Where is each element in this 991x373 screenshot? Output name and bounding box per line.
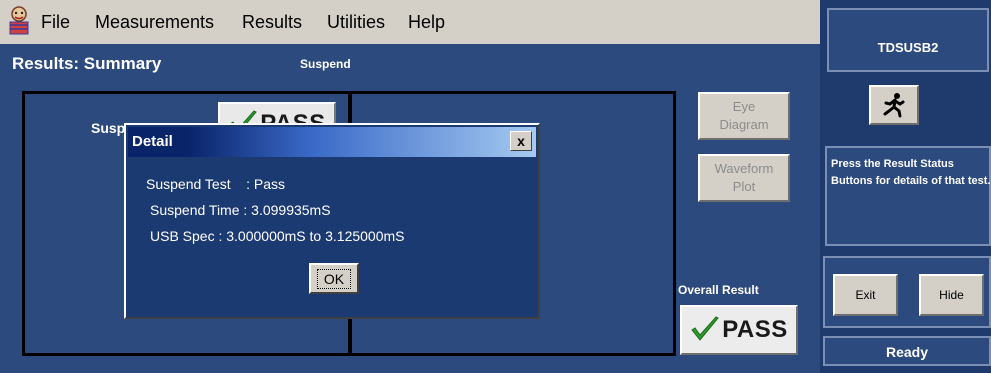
menu-bar: File Measurements Results Utilities Help	[0, 0, 820, 44]
app-icon[interactable]	[6, 5, 32, 35]
info-box: Press the Result Status Buttons for deta…	[825, 146, 991, 246]
running-man-icon	[883, 93, 905, 118]
menu-utilities[interactable]: Utilities	[327, 12, 385, 33]
ok-button[interactable]: OK	[309, 263, 359, 294]
overall-result-label: Overall Result	[678, 283, 759, 297]
menu-help[interactable]: Help	[408, 12, 445, 33]
usb-spec-detail: USB Spec : 3.000000mS to 3.125000mS	[150, 228, 405, 244]
waveform-plot-button[interactable]: Waveform Plot	[698, 154, 790, 202]
close-button[interactable]: x	[510, 131, 532, 151]
run-button[interactable]	[869, 85, 919, 125]
button-group: Exit Hide	[823, 256, 991, 328]
close-icon: x	[517, 133, 525, 149]
right-control-panel: TDSUSB2 Press the Result Status Buttons …	[820, 0, 991, 373]
page-title: Results: Summary	[12, 54, 162, 73]
exit-button[interactable]: Exit	[833, 274, 898, 316]
eye-diagram-label: Eye Diagram	[719, 99, 769, 132]
waveform-plot-label: Waveform Plot	[714, 161, 774, 194]
status-text: Ready	[885, 344, 929, 360]
suspend-time-detail: Suspend Time : 3.099935mS	[150, 202, 331, 218]
overall-result-text: PASS	[722, 316, 788, 343]
status-bar: Ready	[823, 336, 991, 366]
ok-label: OK	[316, 268, 352, 289]
menu-measurements[interactable]: Measurements	[95, 12, 214, 33]
hide-button[interactable]: Hide	[919, 274, 984, 316]
app-title: TDSUSB2	[877, 40, 939, 55]
check-icon	[691, 316, 719, 341]
menu-file[interactable]: File	[41, 12, 70, 33]
app-title-box: TDSUSB2	[827, 8, 989, 72]
suspend-test-detail: Suspend Test : Pass	[146, 176, 286, 192]
info-text: Press the Result Status Buttons for deta…	[831, 158, 991, 187]
test-name-label: Suspend	[300, 57, 351, 71]
detail-dialog: Detail x Suspend Test : Pass Suspend Tim…	[124, 123, 540, 319]
eye-diagram-button[interactable]: Eye Diagram	[698, 92, 790, 140]
menu-results[interactable]: Results	[242, 12, 302, 33]
dialog-title: Detail	[132, 133, 173, 150]
overall-result-button[interactable]: PASS	[680, 305, 798, 355]
dialog-titlebar[interactable]: Detail x	[128, 127, 536, 157]
